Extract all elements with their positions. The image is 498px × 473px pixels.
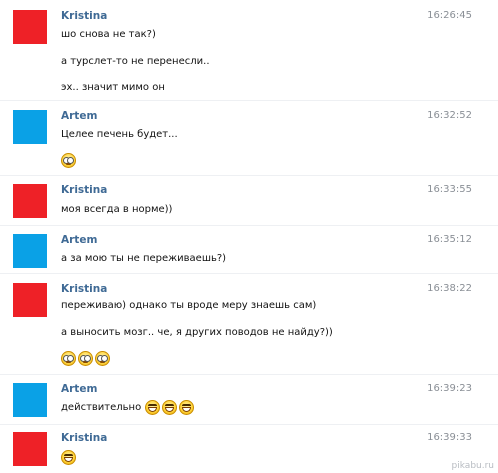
avatar[interactable]: [13, 383, 47, 417]
message-emoji-line: [61, 450, 78, 465]
divider: [0, 424, 498, 425]
surprised-emoji-icon: [78, 351, 93, 366]
timestamp: 16:35:12: [427, 234, 472, 245]
sender-name[interactable]: Kristina: [61, 184, 107, 196]
timestamp: 16:33:55: [427, 184, 472, 195]
grinning-emoji-icon: [162, 400, 178, 415]
chat-history: Kristina 16:26:45 шо снова не так?) а ту…: [0, 0, 498, 473]
watermark: pikabu.ru: [451, 461, 494, 471]
divider: [0, 225, 498, 226]
surprised-emoji-icon: [61, 153, 76, 168]
message-text: а за мою ты не переживаешь?): [61, 253, 227, 264]
surprised-emoji-icon: [95, 351, 110, 366]
sender-name[interactable]: Kristina: [61, 432, 107, 444]
timestamp: 16:26:45: [427, 10, 472, 21]
message-emoji-line: [61, 153, 78, 168]
timestamp: 16:39:23: [427, 383, 472, 394]
message-group: Kristina 16:33:55 моя всегда в норме)): [0, 184, 498, 224]
message-text: а турслет-то не перенесли..: [61, 56, 210, 67]
message-group: Kristina 16:26:45 шо снова не так?) а ту…: [0, 10, 498, 100]
message-text: а выносить мозг.. че, я других поводов н…: [61, 327, 333, 338]
message-text: Целее печень будет...: [61, 129, 178, 140]
avatar[interactable]: [13, 10, 47, 44]
avatar[interactable]: [13, 283, 47, 317]
timestamp: 16:32:52: [427, 110, 472, 121]
message-group: Artem 16:39:23 действительно: [0, 383, 498, 423]
surprised-emoji-icon: [61, 351, 76, 366]
message-text: переживаю) однако ты вроде меру знаешь с…: [61, 300, 317, 311]
message-text: шо снова не так?): [61, 29, 156, 40]
divider: [0, 273, 498, 274]
message-group: Kristina 16:39:33: [0, 432, 498, 472]
avatar[interactable]: [13, 432, 47, 466]
timestamp: 16:38:22: [427, 283, 472, 294]
message-group: Kristina 16:38:22 переживаю) однако ты в…: [0, 283, 498, 373]
sender-name[interactable]: Artem: [61, 383, 97, 395]
sender-name[interactable]: Artem: [61, 234, 97, 246]
message-group: Artem 16:35:12 а за мою ты не переживаеш…: [0, 234, 498, 274]
message-text-row: действительно: [61, 400, 196, 415]
avatar[interactable]: [13, 110, 47, 144]
message-group: Artem 16:32:52 Целее печень будет...: [0, 110, 498, 172]
divider: [0, 175, 498, 176]
divider: [0, 100, 498, 101]
sender-name[interactable]: Artem: [61, 110, 97, 122]
grinning-emoji-icon: [145, 400, 161, 415]
message-emoji-line: [61, 351, 112, 366]
timestamp: 16:39:33: [427, 432, 472, 443]
message-text: моя всегда в норме)): [61, 204, 173, 215]
message-text: эх.. значит мимо он: [61, 82, 165, 93]
divider: [0, 374, 498, 375]
grinning-emoji-icon: [61, 450, 76, 465]
sender-name[interactable]: Kristina: [61, 283, 107, 295]
avatar[interactable]: [13, 184, 47, 218]
sender-name[interactable]: Kristina: [61, 10, 107, 22]
message-text: действительно: [61, 402, 142, 413]
grinning-emoji-icon: [179, 400, 195, 415]
avatar[interactable]: [13, 234, 47, 268]
